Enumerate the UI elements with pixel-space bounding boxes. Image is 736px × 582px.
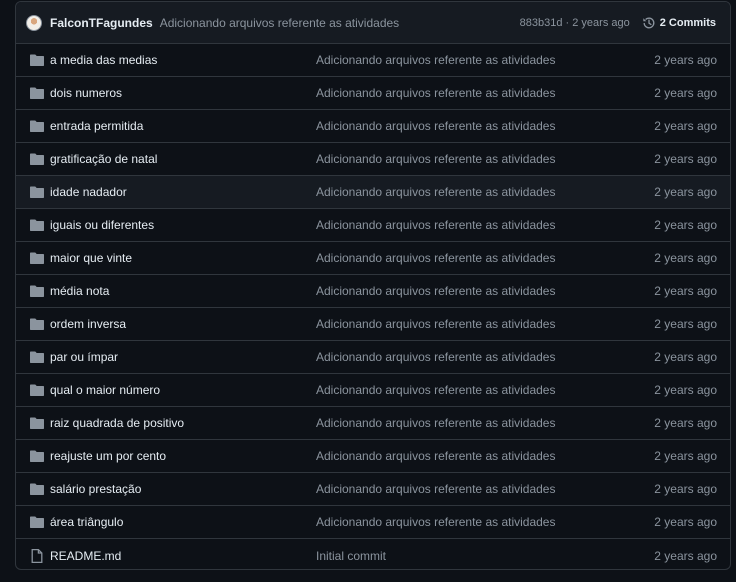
file-icon bbox=[29, 548, 45, 564]
folder-row[interactable]: entrada permitida Adicionando arquivos re… bbox=[16, 110, 730, 143]
author-avatar[interactable] bbox=[26, 14, 42, 31]
folder-icon bbox=[29, 151, 45, 167]
commit-message-link[interactable]: Adicionando arquivos referente as ativid… bbox=[316, 185, 555, 199]
folder-name-link[interactable]: raiz quadrada de positivo bbox=[50, 416, 316, 430]
folder-name-link[interactable]: par ou ímpar bbox=[50, 350, 316, 364]
folder-icon bbox=[29, 250, 45, 266]
folder-name-link[interactable]: reajuste um por cento bbox=[50, 449, 316, 463]
folder-name-link[interactable]: área triângulo bbox=[50, 515, 316, 529]
commit-message-link[interactable]: Adicionando arquivos referente as ativid… bbox=[316, 482, 555, 496]
folder-icon bbox=[29, 184, 45, 200]
commit-message-link[interactable]: Initial commit bbox=[316, 549, 386, 563]
folder-row[interactable]: maior que vinte Adicionando arquivos refe… bbox=[16, 242, 730, 275]
folder-row[interactable]: salário prestação Adicionando arquivos re… bbox=[16, 473, 730, 506]
folder-icon bbox=[29, 448, 45, 464]
folder-icon bbox=[29, 415, 45, 431]
file-list-box: FalconTFagundes Adicionando arquivos ref… bbox=[15, 1, 731, 570]
folder-name-link[interactable]: ordem inversa bbox=[50, 317, 316, 331]
file-row[interactable]: README.md Initial commit 2 years ago bbox=[16, 539, 730, 569]
folder-name-link[interactable]: média nota bbox=[50, 284, 316, 298]
folder-icon bbox=[29, 349, 45, 365]
commit-message-link[interactable]: Adicionando arquivos referente as ativid… bbox=[316, 317, 555, 331]
file-rows: a media das medias Adicionando arquivos r… bbox=[16, 44, 730, 569]
folder-row[interactable]: dois numeros Adicionando arquivos referen… bbox=[16, 77, 730, 110]
commit-age: 2 years ago bbox=[654, 515, 717, 529]
commit-age: 2 years ago bbox=[654, 482, 717, 496]
commit-message-link[interactable]: Adicionando arquivos referente as ativid… bbox=[316, 416, 555, 430]
commit-age: 2 years ago bbox=[654, 251, 717, 265]
folder-name-link[interactable]: salário prestação bbox=[50, 482, 316, 496]
commit-age: 2 years ago bbox=[654, 548, 717, 563]
commit-age: 2 years ago bbox=[654, 86, 717, 100]
folder-row[interactable]: a media das medias Adicionando arquivos r… bbox=[16, 44, 730, 77]
commit-message-link[interactable]: Adicionando arquivos referente as ativid… bbox=[316, 383, 555, 397]
folder-name-link[interactable]: idade nadador bbox=[50, 185, 316, 199]
folder-row[interactable]: raiz quadrada de positivo Adicionando arq… bbox=[16, 407, 730, 440]
folder-name-link[interactable]: a media das medias bbox=[50, 53, 316, 67]
commit-age: 2 years ago bbox=[654, 284, 717, 298]
commit-age: 2 years ago bbox=[654, 152, 717, 166]
folder-name-link[interactable]: iguais ou diferentes bbox=[50, 218, 316, 232]
latest-commit-bar: FalconTFagundes Adicionando arquivos ref… bbox=[16, 2, 730, 44]
folder-icon bbox=[29, 382, 45, 398]
commit-age: 2 years ago bbox=[654, 185, 717, 199]
commit-message-link[interactable]: Adicionando arquivos referente as ativid… bbox=[316, 53, 555, 67]
folder-icon bbox=[29, 52, 45, 68]
commit-message-link[interactable]: Adicionando arquivos referente as ativid… bbox=[316, 251, 555, 265]
folder-row[interactable]: gratificação de natal Adicionando arquivo… bbox=[16, 143, 730, 176]
folder-icon bbox=[29, 514, 45, 530]
commits-count: 2 Commits bbox=[659, 16, 716, 29]
commit-age: 2 years ago bbox=[654, 350, 717, 364]
commit-age: 2 years ago bbox=[654, 449, 717, 463]
commit-age: 2 years ago bbox=[654, 119, 717, 133]
folder-icon bbox=[29, 85, 45, 101]
commit-message-link[interactable]: Adicionando arquivos referente as ativid… bbox=[316, 152, 555, 166]
commit-message-link[interactable]: Adicionando arquivos referente as ativid… bbox=[316, 86, 555, 100]
folder-icon bbox=[29, 316, 45, 332]
folder-row[interactable]: iguais ou diferentes Adicionando arquivos… bbox=[16, 209, 730, 242]
commit-message-link[interactable]: Adicionando arquivos referente as ativid… bbox=[316, 119, 555, 133]
commit-age: 2 years ago bbox=[654, 416, 717, 430]
folder-icon bbox=[29, 118, 45, 134]
history-icon bbox=[643, 17, 655, 28]
folder-row[interactable]: par ou ímpar Adicionando arquivos referen… bbox=[16, 341, 730, 374]
commit-age: 2 years ago bbox=[654, 218, 717, 232]
folder-name-link[interactable]: entrada permitida bbox=[50, 119, 316, 133]
file-name-link[interactable]: README.md bbox=[50, 549, 316, 563]
commit-message-link[interactable]: Adicionando arquivos referente as ativid… bbox=[316, 218, 555, 232]
folder-row[interactable]: ordem inversa Adicionando arquivos refere… bbox=[16, 308, 730, 341]
commit-author-link[interactable]: FalconTFagundes bbox=[50, 16, 153, 30]
commit-message-link[interactable]: Adicionando arquivos referente as ativid… bbox=[316, 515, 555, 529]
commits-history-link[interactable]: 2 Commits bbox=[642, 16, 716, 30]
folder-name-link[interactable]: maior que vinte bbox=[50, 251, 316, 265]
folder-name-link[interactable]: qual o maior número bbox=[50, 383, 316, 397]
commit-age: 2 years ago bbox=[654, 383, 717, 397]
commit-message-link[interactable]: Adicionando arquivos referente as ativid… bbox=[316, 449, 555, 463]
commit-age: 2 years ago bbox=[654, 317, 717, 331]
commit-hash-and-age[interactable]: 883b31d · 2 years ago bbox=[520, 17, 630, 29]
folder-row[interactable]: idade nadador Adicionando arquivos refere… bbox=[16, 176, 730, 209]
folder-name-link[interactable]: gratificação de natal bbox=[50, 152, 316, 166]
folder-icon bbox=[29, 217, 45, 233]
commit-age: 2 years ago bbox=[654, 53, 717, 67]
folder-row[interactable]: área triângulo Adicionando arquivos refer… bbox=[16, 506, 730, 539]
folder-icon bbox=[29, 481, 45, 497]
folder-row[interactable]: reajuste um por cento Adicionando arquivo… bbox=[16, 440, 730, 473]
folder-name-link[interactable]: dois numeros bbox=[50, 86, 316, 100]
folder-row[interactable]: qual o maior número Adicionando arquivos … bbox=[16, 374, 730, 407]
latest-commit-message[interactable]: Adicionando arquivos referente as ativid… bbox=[160, 16, 399, 30]
folder-row[interactable]: média nota Adicionando arquivos referente… bbox=[16, 275, 730, 308]
commit-message-link[interactable]: Adicionando arquivos referente as ativid… bbox=[316, 350, 555, 364]
commit-message-link[interactable]: Adicionando arquivos referente as ativid… bbox=[316, 284, 555, 298]
folder-icon bbox=[29, 283, 45, 299]
